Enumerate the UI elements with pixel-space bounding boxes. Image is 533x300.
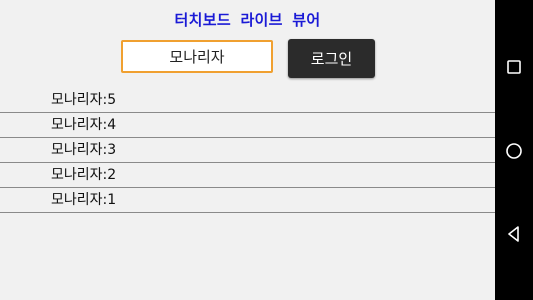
- recents-button[interactable]: [495, 52, 533, 82]
- list-item[interactable]: 모나리자:5: [0, 88, 495, 113]
- home-circle-icon: [506, 143, 522, 159]
- list-item[interactable]: 모나리자:1: [0, 188, 495, 213]
- list-item[interactable]: 모나리자:3: [0, 138, 495, 163]
- back-triangle-icon: [508, 226, 519, 242]
- username-input-value: 모나리자: [169, 48, 225, 66]
- list-item[interactable]: 모나리자:2: [0, 163, 495, 188]
- recents-square-icon: [507, 60, 521, 74]
- list-item[interactable]: 모나리자:4: [0, 113, 495, 138]
- page-title: 터치보드 라이브 뷰어: [174, 11, 321, 29]
- back-button[interactable]: [495, 219, 533, 249]
- app-screen: 터치보드 라이브 뷰어 모나리자 로그인 모나리자:5 모나리자:4 모나리자:…: [0, 0, 495, 300]
- username-input[interactable]: 모나리자: [121, 40, 273, 73]
- login-button[interactable]: 로그인: [288, 39, 375, 78]
- home-button[interactable]: [495, 136, 533, 166]
- system-navigation-bar: [495, 0, 533, 300]
- viewer-list: 모나리자:5 모나리자:4 모나리자:3 모나리자:2 모나리자:1: [0, 88, 495, 213]
